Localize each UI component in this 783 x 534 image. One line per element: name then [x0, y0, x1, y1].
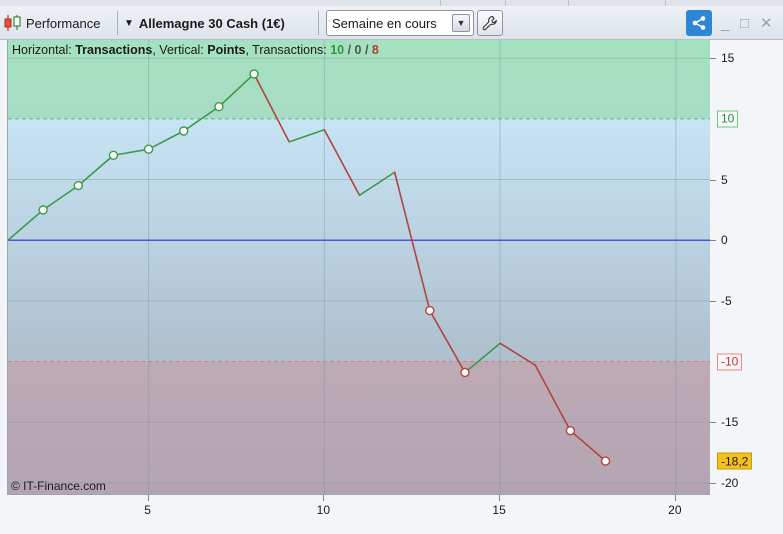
y-tick — [710, 422, 716, 424]
share-icon — [692, 16, 706, 30]
toolbar-divider — [318, 11, 319, 35]
performance-button[interactable]: Performance — [3, 6, 100, 40]
toolbar-divider — [117, 11, 118, 35]
performance-window: Performance ▼ Allemagne 30 Cash (1€) Sem… — [0, 0, 783, 534]
x-tick-label: 20 — [668, 503, 682, 517]
toolbar: Performance ▼ Allemagne 30 Cash (1€) Sem… — [0, 6, 783, 40]
chart-canvas — [8, 40, 710, 494]
y-tick-label: -20 — [721, 475, 739, 490]
y-tick — [710, 58, 716, 60]
data-point — [179, 126, 189, 136]
y-tick-label: -15 — [721, 415, 739, 430]
minimize-icon[interactable]: _ — [721, 6, 729, 40]
performance-chart[interactable]: Horizontal: Transactions, Vertical: Poin… — [7, 40, 710, 495]
x-axis: 5 10 15 20 — [7, 495, 710, 534]
candlestick-icon — [4, 15, 21, 31]
period-value: Semaine en cours — [332, 15, 437, 31]
performance-label: Performance — [26, 15, 101, 31]
wrench-icon — [482, 15, 497, 31]
y-axis: 15 5 0 -5 -15 -20 10 -10 -18,2 — [710, 40, 783, 495]
data-point — [214, 102, 224, 112]
close-icon[interactable]: ✕ — [760, 6, 773, 40]
x-tick-label: 10 — [316, 503, 331, 517]
winning-count: 10 — [330, 43, 345, 57]
period-select[interactable]: Semaine en cours ▼ — [326, 10, 474, 36]
y-tick — [710, 300, 716, 302]
dropdown-arrow-icon[interactable]: ▼ — [452, 14, 470, 32]
x-tick — [674, 495, 676, 501]
x-tick — [499, 495, 501, 501]
x-tick — [147, 495, 149, 501]
y-tick — [710, 482, 716, 484]
vertical-prefix: , Vertical: — [152, 43, 208, 57]
data-point — [143, 144, 154, 154]
maximize-icon[interactable]: □ — [740, 6, 749, 40]
losing-count: 8 — [371, 43, 379, 57]
data-point — [73, 180, 84, 191]
y-tick-label: 15 — [721, 51, 735, 66]
y-tick — [710, 179, 716, 181]
x-tick-label: 15 — [492, 503, 506, 517]
chart-header: Horizontal: Transactions, Vertical: Poin… — [12, 43, 379, 57]
x-tick-label: 5 — [144, 503, 151, 517]
share-button[interactable] — [686, 10, 712, 36]
data-point — [425, 305, 435, 316]
data-point — [565, 425, 576, 436]
lower-threshold-label: -10 — [717, 353, 743, 371]
horizontal-value: Transactions — [75, 43, 153, 57]
data-point — [38, 205, 48, 215]
y-tick-label: 5 — [721, 172, 728, 187]
instrument-selector[interactable]: ▼ Allemagne 30 Cash (1€) — [124, 6, 285, 40]
transactions-prefix: , Transactions: — [245, 43, 331, 57]
neutral-count: 0 — [354, 43, 362, 57]
y-tick — [710, 240, 716, 242]
count-separator: / — [361, 43, 372, 57]
vertical-value: Points — [207, 43, 246, 57]
settings-button[interactable] — [477, 10, 503, 36]
count-separator: / — [344, 43, 355, 57]
lower-zone — [8, 361, 710, 494]
data-point — [600, 456, 611, 466]
copyright-text: © IT-Finance.com — [11, 479, 106, 493]
data-point — [249, 69, 259, 79]
data-point — [460, 367, 470, 378]
last-value-label: -18,2 — [717, 452, 753, 470]
horizontal-prefix: Horizontal: — [12, 43, 76, 57]
upper-threshold-label: 10 — [717, 110, 739, 128]
x-tick — [323, 495, 325, 501]
y-tick-label: -5 — [721, 293, 732, 308]
instrument-label: Allemagne 30 Cash (1€) — [138, 15, 285, 31]
caret-down-icon: ▼ — [124, 17, 134, 29]
data-point — [108, 150, 119, 160]
y-tick-label: 0 — [721, 233, 728, 248]
